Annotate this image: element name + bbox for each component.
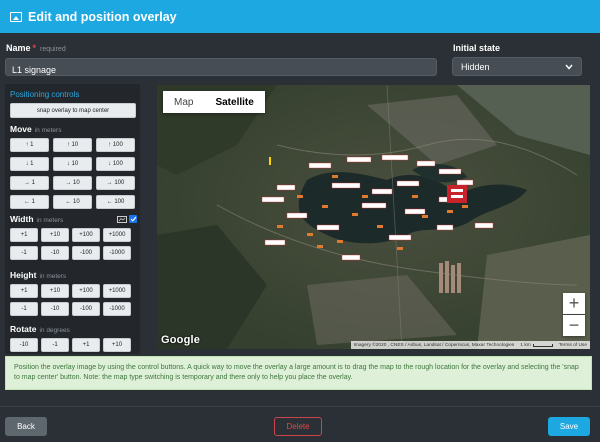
move-button[interactable]: ↓ 10	[53, 157, 92, 171]
move-button[interactable]: → 10	[53, 176, 92, 190]
width-section-label: Width in meters	[10, 214, 64, 224]
map-scale: 1 km	[520, 343, 553, 348]
back-button[interactable]: Back	[5, 417, 47, 436]
zoom-in-button[interactable]: +	[563, 293, 585, 314]
positioning-help-note: Position the overlay image by using the …	[5, 356, 592, 390]
width-button[interactable]: +1000	[103, 228, 131, 242]
height-button[interactable]: +1	[10, 284, 38, 298]
tab-map[interactable]: Map	[163, 91, 205, 113]
aspect-lock[interactable]	[117, 215, 137, 223]
satellite-map[interactable]: Map Satellite + − Google Imagery ©2020 ,…	[157, 85, 590, 349]
height-section-label: Height in meters	[10, 270, 67, 280]
name-input[interactable]: L1 signage	[5, 58, 437, 76]
google-logo: Google	[161, 334, 201, 346]
map-attribution: Imagery ©2020 , CNES / Airbus, Landsat /…	[350, 341, 590, 349]
width-button[interactable]: +10	[41, 228, 69, 242]
width-button[interactable]: -1	[10, 246, 38, 260]
width-button[interactable]: +100	[72, 228, 100, 242]
width-button[interactable]: +1	[10, 228, 38, 242]
rotate-button[interactable]: -1	[41, 338, 69, 352]
rotate-button[interactable]: +10	[103, 338, 131, 352]
width-button[interactable]: -100	[72, 246, 100, 260]
save-button[interactable]: Save	[548, 417, 590, 436]
terms-of-use-link[interactable]: Terms of Use	[559, 343, 587, 348]
move-button[interactable]: ← 1	[10, 195, 49, 209]
rotate-button[interactable]: +1	[72, 338, 100, 352]
imagery-attribution: Imagery ©2020 , CNES / Airbus, Landsat /…	[353, 342, 515, 348]
initial-state-value: Hidden	[461, 61, 490, 72]
dialog-titlebar: Edit and position overlay	[0, 0, 600, 33]
check-icon	[130, 216, 136, 222]
height-button[interactable]: +10	[41, 284, 69, 298]
move-button[interactable]: ↑ 10	[53, 138, 92, 152]
image-icon	[10, 11, 22, 22]
move-button[interactable]: ↓ 1	[10, 157, 49, 171]
positioning-controls-title: Positioning controls	[10, 90, 80, 99]
aspect-ratio-icon	[117, 215, 127, 223]
height-button[interactable]: -1000	[103, 302, 131, 316]
initial-state-select[interactable]: Hidden	[452, 57, 582, 76]
move-button[interactable]: ← 10	[53, 195, 92, 209]
move-button[interactable]: → 100	[96, 176, 135, 190]
rotate-button[interactable]: -10	[10, 338, 38, 352]
aspect-lock-checkbox[interactable]	[129, 215, 137, 223]
height-button[interactable]: -10	[41, 302, 69, 316]
width-button[interactable]: -1000	[103, 246, 131, 260]
satellite-imagery	[157, 85, 590, 349]
tab-satellite[interactable]: Satellite	[204, 91, 265, 113]
height-button[interactable]: +1000	[103, 284, 131, 298]
dialog-title: Edit and position overlay	[28, 9, 177, 24]
move-button[interactable]: → 1	[10, 176, 49, 190]
chevron-down-icon	[565, 64, 573, 70]
height-button[interactable]: -100	[72, 302, 100, 316]
delete-button[interactable]: Delete	[274, 417, 322, 436]
move-button[interactable]: ← 100	[96, 195, 135, 209]
move-button[interactable]: ↑ 1	[10, 138, 49, 152]
rotate-section-label: Rotate in degrees	[10, 324, 70, 334]
snap-to-center-button[interactable]: snap overlay to map center	[10, 103, 136, 118]
zoom-out-button[interactable]: −	[563, 315, 585, 336]
map-type-tabs: Map Satellite	[163, 91, 265, 113]
move-button[interactable]: ↓ 100	[96, 157, 135, 171]
move-section-label: Move in meters	[10, 124, 62, 134]
height-button[interactable]: +100	[72, 284, 100, 298]
initial-state-label: Initial state	[453, 43, 501, 53]
name-label: Name * required	[6, 43, 66, 53]
required-hint: required	[40, 46, 66, 53]
move-button[interactable]: ↑ 100	[96, 138, 135, 152]
width-button[interactable]: -10	[41, 246, 69, 260]
required-marker: *	[32, 43, 37, 53]
height-button[interactable]: -1	[10, 302, 38, 316]
